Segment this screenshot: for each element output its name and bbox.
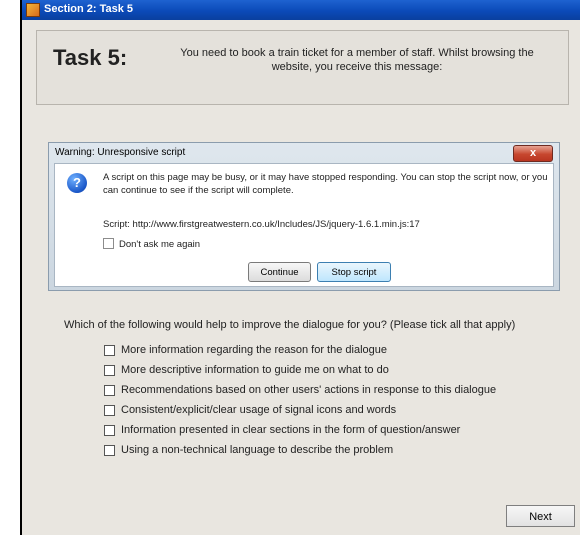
dont-ask-label: Don't ask me again: [119, 239, 201, 250]
option-checkbox[interactable]: [104, 365, 115, 376]
option-checkbox[interactable]: [104, 385, 115, 396]
option-checkbox[interactable]: [104, 425, 115, 436]
app-icon: [26, 3, 40, 17]
window-title: Section 2: Task 5: [44, 3, 134, 15]
dialog-close-icon: x: [513, 145, 553, 162]
option-label: Using a non-technical language to descri…: [121, 444, 394, 456]
dialog-stop-script-button: Stop script: [317, 262, 391, 282]
option-label: Information presented in clear sections …: [121, 424, 461, 436]
option-label: Recommendations based on other users' ac…: [121, 384, 497, 396]
dialog-message: A script on this page may be busy, or it…: [103, 172, 548, 196]
dialog-body: ? A script on this page may be busy, or …: [54, 163, 554, 287]
next-button[interactable]: Next: [506, 505, 575, 527]
option-label: More information regarding the reason fo…: [121, 344, 387, 356]
task-description: You need to book a train ticket for a me…: [180, 47, 534, 73]
option-checkbox[interactable]: [104, 405, 115, 416]
question-icon: ?: [67, 173, 87, 193]
window-titlebar: Section 2: Task 5: [22, 0, 580, 20]
option-checkbox[interactable]: [104, 445, 115, 456]
task-label: Task 5:: [53, 45, 128, 70]
option-checkbox[interactable]: [104, 345, 115, 356]
task-panel: Task 5: You need to book a train ticket …: [36, 30, 569, 105]
option-label: More descriptive information to guide me…: [121, 364, 389, 376]
warning-dialog-image: Warning: Unresponsive script x ? A scrip…: [48, 142, 560, 291]
survey-window: Section 2: Task 5 Task 5: You need to bo…: [20, 0, 580, 535]
survey-question: Which of the following would help to imp…: [64, 319, 516, 331]
dont-ask-again: Don't ask me again: [103, 238, 200, 250]
dialog-title: Warning: Unresponsive script: [55, 147, 186, 158]
dialog-continue-button: Continue: [248, 262, 311, 282]
dialog-script-line: Script: http://www.firstgreatwestern.co.…: [103, 219, 420, 230]
dont-ask-checkbox: [103, 238, 114, 249]
option-label: Consistent/explicit/clear usage of signa…: [121, 404, 397, 416]
